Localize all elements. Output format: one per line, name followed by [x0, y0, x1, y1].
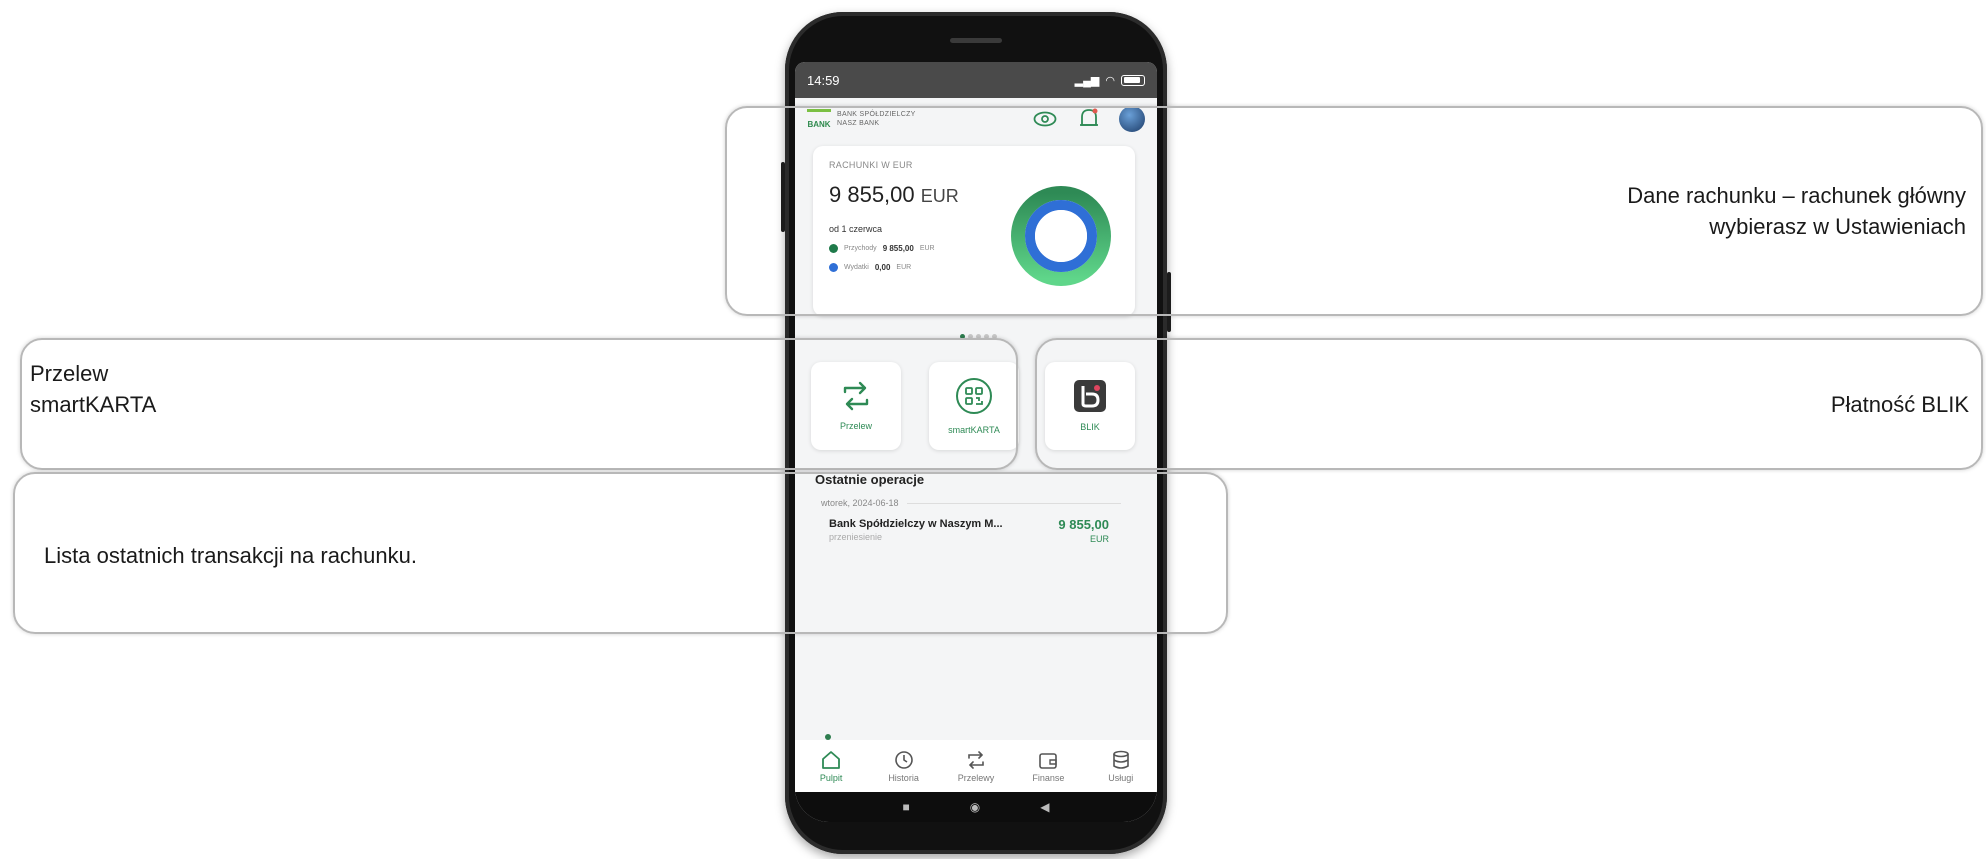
- android-nav-bar: ■ ◉ ◀: [795, 792, 1157, 822]
- list-annotation: Lista ostatnich transakcji na rachunku.: [44, 543, 417, 568]
- back-icon[interactable]: ◀: [1040, 800, 1049, 814]
- battery-icon: [1121, 74, 1145, 86]
- nav-label: Pulpit: [819, 772, 843, 783]
- blik-annotation: Płatność BLIK: [1830, 392, 1969, 417]
- actions-annotation: Przelew smartKARTA: [30, 358, 156, 420]
- nav-historia[interactable]: Historia: [874, 750, 934, 783]
- account-annotation-line2: wybierasz w Ustawieniach: [1709, 214, 1966, 239]
- nav-label: Przelewy: [957, 772, 995, 783]
- account-annotation-line1: Dane rachunku – rachunek główny: [1627, 183, 1966, 208]
- history-icon: [894, 750, 913, 769]
- actions-annotation-line2: smartKARTA: [30, 392, 157, 417]
- nav-label: Finanse: [1032, 772, 1065, 783]
- wifi-icon: ◠: [1105, 74, 1115, 87]
- actions-callout: [20, 338, 1018, 470]
- transfers-icon: [968, 750, 984, 769]
- account-annotation: Dane rachunku – rachunek główny wybieras…: [1627, 180, 1966, 242]
- nav-przelewy[interactable]: Przelewy: [946, 750, 1006, 783]
- status-icons: ▂▄▆ ◠: [1075, 74, 1145, 87]
- nav-label: Usługi: [1108, 772, 1134, 783]
- home-button-icon[interactable]: ◉: [970, 800, 980, 814]
- recent-apps-icon[interactable]: ■: [903, 800, 910, 814]
- status-time: 14:59: [807, 72, 840, 88]
- nav-uslugi[interactable]: Usługi: [1091, 750, 1151, 783]
- finance-icon: [1039, 752, 1058, 769]
- home-icon: [822, 750, 841, 769]
- signal-icon: ▂▄▆: [1074, 74, 1100, 87]
- status-bar: 14:59 ▂▄▆ ◠: [795, 62, 1157, 98]
- services-icon: [1112, 750, 1129, 769]
- nav-pulpit[interactable]: Pulpit: [801, 750, 861, 783]
- nav-finanse[interactable]: Finanse: [1018, 750, 1078, 783]
- phone-speaker: [950, 38, 1002, 43]
- nav-label: Historia: [888, 772, 919, 783]
- actions-annotation-line1: Przelew: [30, 361, 109, 386]
- bottom-nav: Pulpit Historia Przelewy Finanse Usługi: [795, 740, 1157, 792]
